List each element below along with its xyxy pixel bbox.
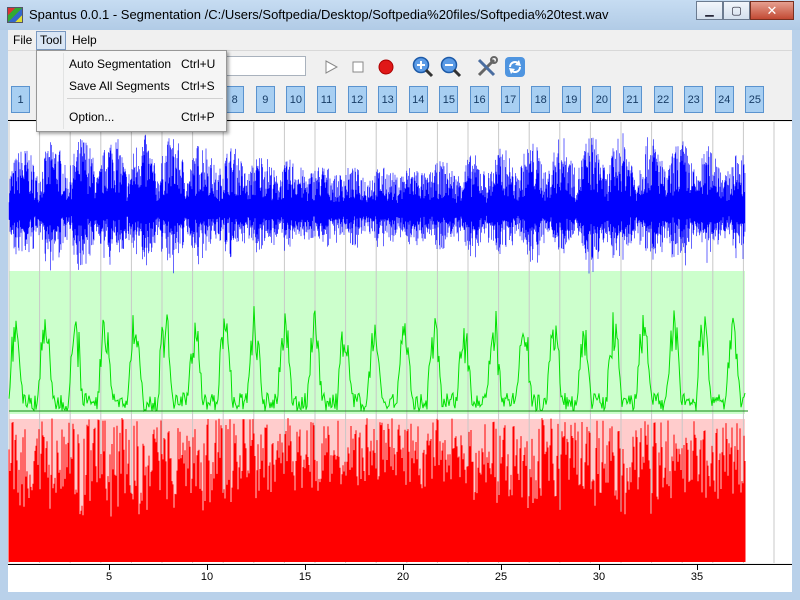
tool-menu-dropdown: Auto Segmentation Ctrl+U Save All Segmen… (36, 50, 227, 132)
segment-button[interactable]: 13 (378, 86, 398, 113)
menu-item-option[interactable]: Option... Ctrl+P (37, 106, 226, 128)
time-axis-tick (305, 564, 306, 570)
segment-button[interactable]: 19 (561, 86, 581, 113)
time-axis-tick-label: 10 (200, 571, 214, 583)
menu-help[interactable]: Help (69, 32, 100, 49)
segment-button[interactable]: 1 (11, 86, 30, 113)
minimize-button[interactable]: ▁ (696, 1, 723, 20)
time-axis-tick-label: 5 (105, 571, 113, 583)
menu-item-save-all-segments[interactable]: Save All Segments Ctrl+S (37, 75, 226, 97)
stop-icon[interactable] (347, 56, 369, 78)
refresh-icon[interactable] (504, 56, 526, 78)
time-axis-tick-label: 35 (690, 571, 704, 583)
time-axis-tick-label: 20 (396, 571, 410, 583)
time-axis-tick-label: 25 (494, 571, 508, 583)
maximize-icon: ▢ (731, 5, 742, 17)
menu-separator (67, 98, 223, 99)
play-icon[interactable] (320, 56, 342, 78)
segment-button[interactable]: 8 (225, 86, 245, 113)
menu-item-auto-segmentation[interactable]: Auto Segmentation Ctrl+U (37, 53, 226, 75)
signal-plot-area[interactable] (8, 122, 792, 563)
window-title: Spantus 0.0.1 - Segmentation /C:/Users/S… (29, 7, 609, 22)
zoom-out-icon[interactable] (440, 56, 462, 78)
close-icon: ✕ (766, 2, 778, 18)
menu-file[interactable]: File (10, 32, 35, 49)
time-axis-tick-label: 15 (298, 571, 312, 583)
signal-plot (8, 122, 775, 563)
menu-item-shortcut: Ctrl+P (181, 110, 215, 124)
segment-button[interactable]: 9 (255, 86, 275, 113)
close-button[interactable]: ✕ (750, 1, 794, 20)
time-axis-tick (599, 564, 600, 570)
feature1-band (9, 271, 745, 414)
time-axis-line (8, 564, 792, 565)
segment-button[interactable]: 15 (439, 86, 459, 113)
segment-button[interactable]: 11 (317, 86, 336, 113)
maximize-button[interactable]: ▢ (723, 1, 750, 20)
time-axis-tick (109, 564, 110, 570)
segment-button[interactable]: 10 (286, 86, 306, 113)
minimize-icon: ▁ (705, 5, 714, 17)
menu-item-shortcut: Ctrl+U (181, 57, 216, 71)
menu-item-shortcut: Ctrl+S (181, 79, 215, 93)
time-axis-tick-label: 30 (592, 571, 606, 583)
tools-icon[interactable] (476, 56, 498, 78)
window-controls: ▁ ▢ ✕ (696, 1, 794, 20)
segment-button[interactable]: 23 (684, 86, 704, 113)
segment-name-input[interactable] (224, 56, 306, 76)
app-icon (7, 7, 23, 23)
time-axis-tick (697, 564, 698, 570)
segment-button[interactable]: 20 (592, 86, 612, 113)
segment-button[interactable]: 14 (408, 86, 428, 113)
menu-tool[interactable]: Tool (36, 31, 67, 50)
zoom-in-icon[interactable] (412, 56, 434, 78)
menu-item-label: Auto Segmentation (69, 57, 172, 71)
time-axis-tick (207, 564, 208, 570)
record-icon[interactable] (375, 56, 397, 78)
signal-waveform (8, 133, 746, 274)
segment-button[interactable]: 16 (470, 86, 489, 113)
time-axis-tick (403, 564, 404, 570)
segment-button[interactable]: 17 (500, 86, 520, 113)
segment-button[interactable]: 25 (745, 86, 765, 113)
segment-button[interactable]: 12 (347, 86, 367, 113)
segment-button[interactable]: 22 (653, 86, 673, 113)
title-bar[interactable]: Spantus 0.0.1 - Segmentation /C:/Users/S… (0, 0, 800, 30)
menu-item-label: Option... (69, 110, 115, 124)
menu-bar: File Tool Help (8, 30, 792, 51)
segment-button[interactable]: 21 (623, 86, 642, 113)
time-axis-tick (501, 564, 502, 570)
app-window: Spantus 0.0.1 - Segmentation /C:/Users/S… (0, 0, 800, 600)
segment-button[interactable]: 18 (531, 86, 551, 113)
segment-button[interactable]: 24 (714, 86, 734, 113)
time-axis: 5 10 15 20 25 30 35 (8, 564, 792, 592)
menu-item-label: Save All Segments (69, 79, 170, 93)
